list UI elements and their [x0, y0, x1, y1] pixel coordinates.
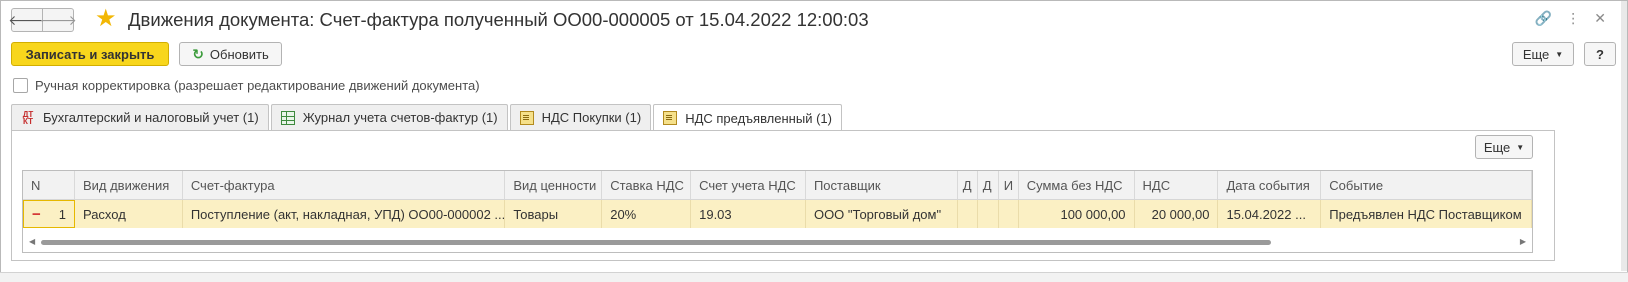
- event-cell[interactable]: Предъявлен НДС Поставщиком: [1321, 200, 1532, 228]
- scrollbar-thumb[interactable]: [41, 240, 1271, 245]
- tab-label: НДС Покупки (1): [541, 110, 642, 125]
- help-button[interactable]: ?: [1584, 42, 1616, 66]
- column-header[interactable]: И: [999, 171, 1019, 199]
- column-header[interactable]: Сумма без НДС: [1019, 171, 1135, 199]
- window-scrollbar[interactable]: [1621, 1, 1627, 271]
- supplier-cell[interactable]: ООО "Торговый дом": [806, 200, 958, 228]
- invoice-cell[interactable]: Поступление (акт, накладная, УПД) ОО00-0…: [183, 200, 506, 228]
- tab-invoice-journal[interactable]: Журнал учета счетов-фактур (1): [270, 104, 508, 130]
- grid-icon: [280, 110, 295, 125]
- movement-type-cell[interactable]: Расход: [75, 200, 183, 228]
- arrow-right-icon: 🡒: [39, 11, 77, 28]
- save-and-close-button[interactable]: Записать и закрыть: [11, 42, 169, 66]
- tab-label: НДС предъявленный (1): [685, 111, 840, 132]
- refresh-label: Обновить: [209, 46, 269, 62]
- d2-cell[interactable]: [978, 200, 999, 228]
- close-icon[interactable]: ✕: [1594, 10, 1606, 27]
- scroll-right-icon[interactable]: ▶: [1520, 237, 1526, 246]
- dt-kt-icon: ДТ КТ: [22, 109, 34, 126]
- horizontal-scrollbar[interactable]: ◀ ▶: [23, 233, 1532, 250]
- d1-cell[interactable]: [958, 200, 978, 228]
- column-header[interactable]: Вид движения: [75, 171, 183, 199]
- table-header: N Вид движения Счет-фактура Вид ценности…: [23, 171, 1532, 200]
- tab-label: Журнал учета счетов-фактур (1): [302, 110, 498, 125]
- event-date-cell[interactable]: 15.04.2022 ...: [1218, 200, 1322, 228]
- more-label: Еще: [1483, 139, 1511, 155]
- vat-amount-cell[interactable]: 20 000,00: [1135, 200, 1219, 228]
- more-vertical-icon[interactable]: ⋮: [1566, 10, 1580, 27]
- movements-table: N Вид движения Счет-фактура Вид ценности…: [22, 170, 1533, 253]
- column-header[interactable]: Событие: [1321, 171, 1532, 199]
- column-header[interactable]: Д: [978, 171, 999, 199]
- tab-label: Бухгалтерский и налоговый учет (1): [43, 110, 259, 125]
- amount-without-vat-cell[interactable]: 100 000,00: [1019, 200, 1135, 228]
- scroll-left-icon[interactable]: ◀: [29, 237, 35, 246]
- page-title: Движения документа: Счет-фактура получен…: [128, 9, 869, 30]
- refresh-icon: ↻: [192, 45, 204, 62]
- column-header[interactable]: НДС: [1135, 171, 1219, 199]
- value-type-cell[interactable]: Товары: [505, 200, 603, 228]
- i-cell[interactable]: [999, 200, 1019, 228]
- star-icon[interactable]: ★: [95, 7, 117, 31]
- more-button[interactable]: Еще ▼: [1512, 42, 1574, 66]
- expense-minus-icon: −: [32, 205, 41, 223]
- vat-account-cell[interactable]: 19.03: [691, 200, 806, 228]
- refresh-button[interactable]: ↻ Обновить: [179, 42, 282, 66]
- column-header[interactable]: Счет-фактура: [183, 171, 506, 199]
- back-button[interactable]: 🡐: [8, 8, 46, 32]
- tab-accounting[interactable]: ДТ КТ Бухгалтерский и налоговый учет (1): [11, 104, 269, 130]
- manual-correction-label[interactable]: Ручная корректировка (разрешает редактир…: [35, 78, 480, 93]
- table-row[interactable]: − 1 Расход Поступление (акт, накладная, …: [23, 200, 1532, 228]
- row-number-cell[interactable]: − 1: [23, 200, 75, 228]
- chevron-down-icon: ▼: [1555, 49, 1564, 59]
- forward-button[interactable]: 🡒: [39, 8, 77, 32]
- column-header[interactable]: Дата события: [1218, 171, 1322, 199]
- column-header[interactable]: Вид ценности: [505, 171, 603, 199]
- more-label: Еще: [1522, 46, 1550, 62]
- chevron-down-icon: ▼: [1516, 142, 1525, 152]
- column-header[interactable]: N: [23, 171, 75, 199]
- column-header[interactable]: Ставка НДС: [602, 171, 692, 199]
- panel-more-button[interactable]: Еще ▼: [1475, 135, 1533, 159]
- column-header[interactable]: Д: [958, 171, 978, 199]
- register-icon: [663, 111, 678, 125]
- register-icon: [519, 110, 534, 125]
- column-header[interactable]: Счет учета НДС: [691, 171, 806, 199]
- navigation-buttons: 🡐 🡒: [8, 8, 77, 32]
- tab-vat-presented[interactable]: НДС предъявленный (1): [653, 104, 842, 132]
- register-tabs: ДТ КТ Бухгалтерский и налоговый учет (1) …: [11, 104, 844, 132]
- vat-rate-cell[interactable]: 20%: [602, 200, 692, 228]
- scrollbar-track[interactable]: [41, 240, 1517, 245]
- manual-correction-row: Ручная корректировка (разрешает редактир…: [13, 78, 480, 93]
- column-header[interactable]: Поставщик: [806, 171, 958, 199]
- window-controls: 🔗 ⋮ ✕: [1535, 10, 1606, 27]
- link-icon[interactable]: 🔗: [1535, 10, 1552, 27]
- tab-vat-purchases[interactable]: НДС Покупки (1): [509, 104, 652, 130]
- manual-correction-checkbox[interactable]: [13, 78, 28, 93]
